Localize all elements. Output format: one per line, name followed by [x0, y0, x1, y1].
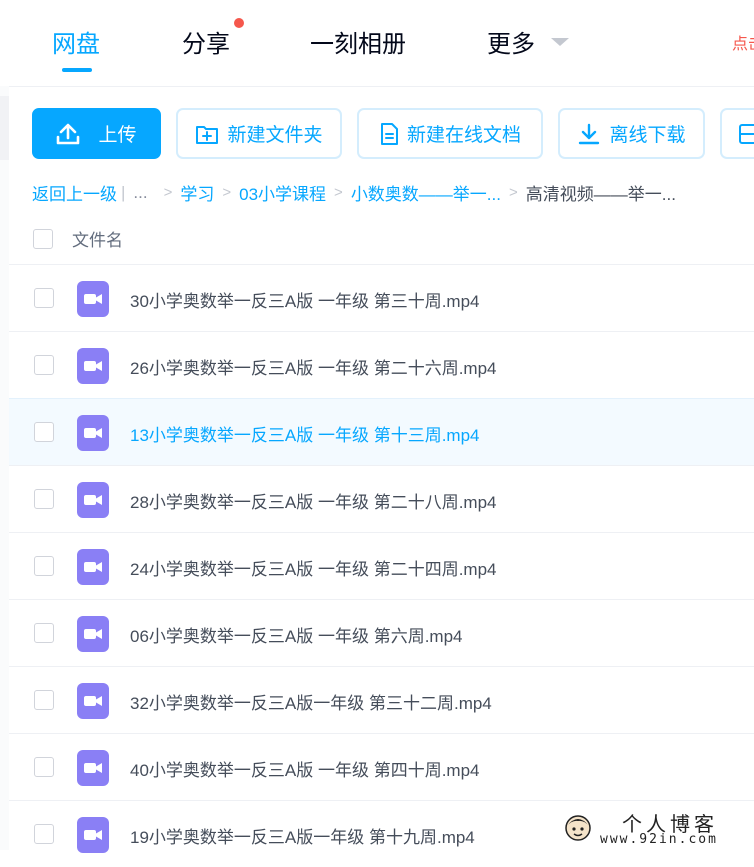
file-name[interactable]: 26小学奥数举一反三A版 一年级 第二十六周.mp4 [130, 354, 497, 379]
video-file-icon [77, 683, 109, 719]
nav-right-link[interactable]: 点击 [732, 30, 754, 54]
new-folder-label: 新建文件夹 [227, 125, 323, 146]
upload-icon [57, 123, 80, 144]
row-checkbox[interactable] [34, 422, 54, 442]
tab-netdisk[interactable]: 网盘 [52, 24, 100, 59]
row-checkbox[interactable] [34, 355, 54, 375]
file-row[interactable]: 32小学奥数举一反三A版一年级 第三十二周.mp4 [9, 666, 754, 733]
tab-share[interactable]: 分享 [182, 24, 230, 59]
video-file-icon [77, 616, 109, 652]
video-file-icon [77, 415, 109, 451]
tab-album[interactable]: 一刻相册 [310, 24, 406, 59]
file-list-header: 文件名 [9, 212, 754, 264]
file-row[interactable]: 24小学奥数举一反三A版 一年级 第二十四周.mp4 [9, 532, 754, 599]
left-sidebar-edge [0, 86, 9, 850]
file-row[interactable]: 28小学奥数举一反三A版 一年级 第二十八周.mp4 [9, 465, 754, 532]
breadcrumb-item[interactable]: 03小学课程 [239, 180, 326, 205]
video-file-icon [77, 482, 109, 518]
new-online-doc-label: 新建在线文档 [406, 125, 521, 146]
file-name[interactable]: 06小学奥数举一反三A版 一年级 第六周.mp4 [130, 622, 463, 647]
breadcrumb-divider: | [121, 182, 126, 202]
breadcrumb-separator-icon: > [222, 184, 232, 201]
file-row[interactable]: 30小学奥数举一反三A版 一年级 第三十周.mp4 [9, 264, 754, 331]
watermark-url: www.92in.com [600, 832, 718, 847]
file-name[interactable]: 13小学奥数举一反三A版 一年级 第十三周.mp4 [130, 421, 480, 446]
left-sidebar-selection [0, 96, 9, 160]
video-file-icon [77, 750, 109, 786]
video-file-icon [77, 817, 109, 853]
breadcrumb-ellipsis[interactable]: ... [133, 183, 147, 203]
top-nav: 网盘 分享 一刻相册 更多 点击 [0, 0, 754, 87]
breadcrumb-separator-icon: > [163, 184, 173, 201]
document-icon [380, 122, 398, 145]
select-all-checkbox[interactable] [33, 229, 53, 249]
file-row[interactable]: 40小学奥数举一反三A版 一年级 第四十周.mp4 [9, 733, 754, 800]
file-name[interactable]: 28小学奥数举一反三A版 一年级 第二十八周.mp4 [130, 488, 497, 513]
file-name[interactable]: 32小学奥数举一反三A版一年级 第三十二周.mp4 [130, 689, 492, 714]
breadcrumb-item[interactable]: 学习 [180, 180, 214, 205]
cartoon-avatar-icon [565, 815, 591, 841]
upload-label: 上传 [98, 125, 137, 146]
save-icon [739, 123, 754, 144]
breadcrumb: 返回上一级 | ... > 学习 > 03小学课程 > 小数奥数——举一... … [32, 180, 676, 205]
file-row[interactable]: 06小学奥数举一反三A版 一年级 第六周.mp4 [9, 599, 754, 666]
file-row[interactable]: 26小学奥数举一反三A版 一年级 第二十六周.mp4 [9, 331, 754, 398]
offline-download-button[interactable]: 离线下载 [558, 108, 705, 159]
file-name[interactable]: 40小学奥数举一反三A版 一年级 第四十周.mp4 [130, 756, 480, 781]
upload-button[interactable]: 上传 [32, 108, 161, 159]
new-online-doc-button[interactable]: 新建在线文档 [357, 108, 543, 159]
back-link[interactable]: 返回上一级 [32, 180, 117, 205]
folder-plus-icon [196, 125, 219, 144]
video-file-icon [77, 348, 109, 384]
new-folder-button[interactable]: 新建文件夹 [176, 108, 342, 159]
chevron-down-icon[interactable] [551, 38, 569, 46]
breadcrumb-current: 高清视频——举一... [525, 185, 676, 204]
filename-column-header[interactable]: 文件名 [72, 226, 123, 251]
file-name[interactable]: 30小学奥数举一反三A版 一年级 第三十周.mp4 [130, 287, 480, 312]
breadcrumb-item[interactable]: 小数奥数——举一... [351, 180, 501, 205]
row-checkbox[interactable] [34, 288, 54, 308]
breadcrumb-separator-icon: > [334, 184, 343, 201]
watermark: 个人博客 www.92in.com [560, 806, 754, 850]
file-name[interactable]: 19小学奥数举一反三A版一年级 第十九周.mp4 [130, 823, 475, 848]
video-file-icon [77, 281, 109, 317]
file-list: 30小学奥数举一反三A版 一年级 第三十周.mp4 26小学奥数举一反三A版 一… [9, 264, 754, 867]
notification-dot [234, 18, 244, 28]
row-checkbox[interactable] [34, 623, 54, 643]
row-checkbox[interactable] [34, 690, 54, 710]
breadcrumb-separator-icon: > [508, 184, 518, 201]
active-tab-indicator [62, 68, 92, 72]
offline-download-label: 离线下载 [609, 125, 686, 146]
row-checkbox[interactable] [34, 489, 54, 509]
file-row-hovered[interactable]: 13小学奥数举一反三A版 一年级 第十三周.mp4 [9, 398, 754, 465]
more-tools-button[interactable] [720, 108, 754, 159]
row-checkbox[interactable] [34, 757, 54, 777]
file-name[interactable]: 24小学奥数举一反三A版 一年级 第二十四周.mp4 [130, 555, 497, 580]
tab-more[interactable]: 更多 [487, 24, 535, 59]
row-checkbox[interactable] [34, 824, 54, 844]
row-checkbox[interactable] [34, 556, 54, 576]
video-file-icon [77, 549, 109, 585]
download-icon [579, 123, 600, 144]
